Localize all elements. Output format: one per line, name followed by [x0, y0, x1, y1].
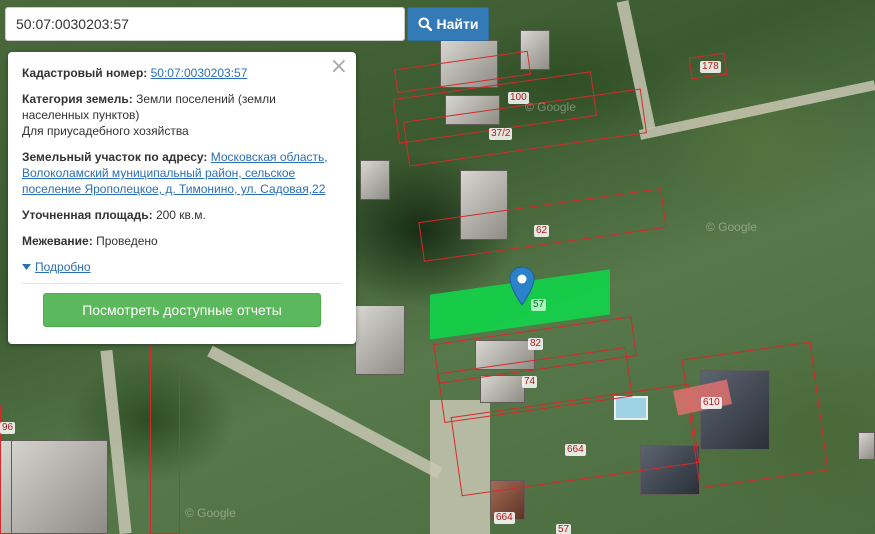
land-category-row: Категория земель: Земли поселений (земли… — [22, 91, 342, 139]
divider — [22, 283, 342, 284]
area-row: Уточненная площадь: 200 кв.м. — [22, 207, 342, 223]
cadastral-link[interactable]: 50:07:0030203:57 — [151, 66, 248, 80]
house — [360, 160, 390, 200]
search-button[interactable]: Найти — [407, 7, 489, 41]
cadastral-number-row: Кадастровый номер: 50:07:0030203:57 — [22, 65, 342, 81]
map-watermark: © Google — [185, 506, 236, 520]
parcel-outline — [150, 345, 180, 534]
parcel-label: 178 — [700, 61, 721, 73]
details-toggle[interactable]: Подробно — [22, 260, 91, 274]
address-row: Земельный участок по адресу: Московская … — [22, 149, 342, 197]
road — [638, 80, 875, 140]
parcel-label: 664 — [494, 512, 515, 524]
survey-row: Межевание: Проведено — [22, 233, 342, 249]
road — [207, 345, 443, 479]
parcel-label: 37/2 — [489, 128, 513, 140]
house — [858, 432, 875, 460]
parcel-outline — [681, 341, 829, 489]
category-use: Для приусадебного хозяйства — [22, 124, 189, 138]
search-button-label: Найти — [436, 16, 479, 32]
map-watermark: © Google — [706, 220, 757, 234]
parcel-label: 62 — [534, 225, 550, 237]
details-label: Подробно — [35, 260, 91, 274]
cadastral-label: Кадастровый номер: — [22, 66, 148, 80]
house — [355, 305, 405, 375]
parcel-label: 664 — [565, 444, 586, 456]
parcel-label: 74 — [522, 376, 538, 388]
category-label: Категория земель: — [22, 92, 133, 106]
address-label: Земельный участок по адресу: — [22, 150, 208, 164]
search-input[interactable] — [5, 7, 405, 41]
map-watermark: © Google — [525, 100, 576, 114]
survey-label: Межевание: — [22, 234, 93, 248]
parcel-label: 57 — [556, 524, 572, 534]
area-value: 200 кв.м. — [155, 208, 206, 222]
parcel-label: 610 — [701, 397, 722, 409]
parcel-label: 82 — [528, 338, 544, 350]
map-pin-icon[interactable] — [509, 266, 535, 306]
survey-value: Проведено — [96, 234, 158, 248]
caret-down-icon — [22, 264, 31, 270]
search-icon — [418, 17, 432, 31]
view-reports-button[interactable]: Посмотреть доступные отчеты — [43, 293, 321, 327]
parcel-info-panel: × Кадастровый номер: 50:07:0030203:57 Ка… — [8, 52, 356, 344]
parcel-label: 96 — [0, 422, 16, 434]
close-icon[interactable]: × — [330, 56, 348, 78]
area-label: Уточненная площадь: — [22, 208, 153, 222]
house — [0, 440, 108, 534]
